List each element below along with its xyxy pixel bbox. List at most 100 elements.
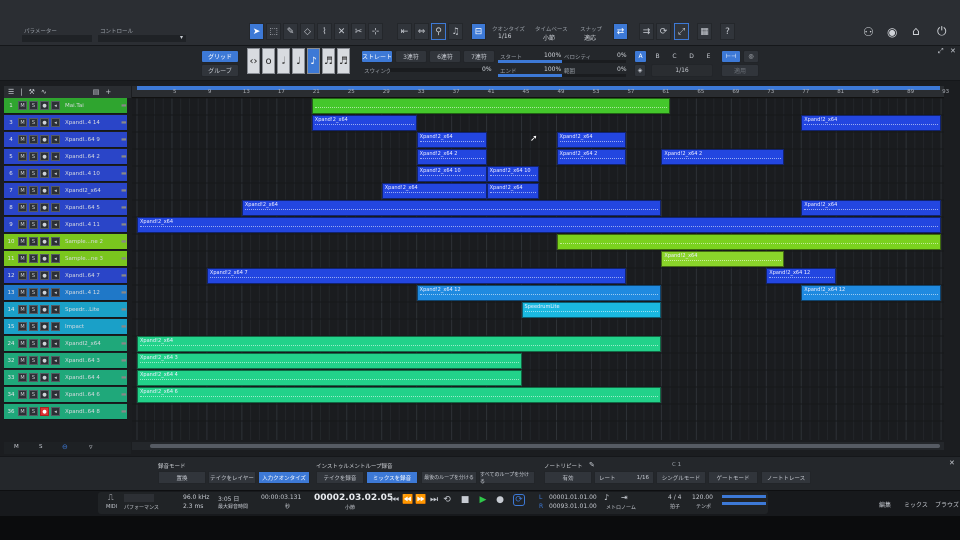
track-expand-icon[interactable]: ▬ [121, 323, 127, 330]
track-name[interactable]: Xpandl..4 10 [62, 171, 121, 177]
pencil-tool-icon[interactable]: ✎ [283, 23, 298, 40]
close-icon[interactable]: ✕ [950, 47, 956, 55]
solo-button[interactable]: S [29, 118, 38, 127]
arrow-tool-icon[interactable]: ➤ [249, 23, 264, 40]
monitor-icon[interactable]: ◂ [51, 339, 60, 348]
record-arm-icon[interactable]: ● [40, 322, 49, 331]
menu-icon[interactable]: ☰ [8, 88, 14, 96]
return-zero-icon[interactable]: ⏮ [389, 494, 401, 506]
track-header[interactable]: 6 M S ● ◂ Xpandl..4 10 ▬ [4, 166, 127, 182]
preset-e-button[interactable]: E [702, 50, 715, 63]
track-name[interactable]: XpandI2_x64 [62, 341, 121, 347]
solo-button[interactable]: S [29, 101, 38, 110]
start-slider[interactable] [498, 60, 562, 63]
groove-button[interactable]: グルーブ [201, 64, 239, 77]
monitor-icon[interactable]: ◂ [51, 407, 60, 416]
track-name[interactable]: Xpandl..4 12 [62, 290, 121, 296]
timebase-value[interactable]: 小節 [543, 33, 555, 42]
track-expand-icon[interactable]: ▬ [121, 408, 127, 415]
scrollbar-thumb[interactable] [150, 444, 940, 448]
time-signature[interactable]: 4 / 4 [668, 494, 681, 501]
track-header[interactable]: 13 M S ● ◂ Xpandl..4 12 ▬ [4, 285, 127, 301]
mute-button[interactable]: M [18, 254, 27, 263]
instrument-icon[interactable]: | [20, 88, 22, 96]
monitor-icon[interactable]: ◂ [51, 152, 60, 161]
forward-icon[interactable]: ⏩ [415, 494, 427, 506]
solo-button[interactable]: S [29, 254, 38, 263]
solo-button[interactable]: S [29, 237, 38, 246]
track-expand-icon[interactable]: ▬ [121, 119, 127, 126]
event-clip[interactable]: Xpand!2_x64 [801, 200, 942, 216]
record-arm-icon[interactable]: ● [40, 356, 49, 365]
track-name[interactable]: Xpandl..64 8 [62, 409, 121, 415]
position-display[interactable]: 00002.03.02.05 [314, 493, 393, 503]
parameter-field[interactable] [22, 35, 92, 42]
monitor-icon[interactable]: ◂ [51, 169, 60, 178]
track-header[interactable]: 11 M S ● ◂ Sample...ne 3 ▬ [4, 251, 127, 267]
record-take-button[interactable]: テイクを録音 [316, 471, 364, 484]
event-clip[interactable]: Xpand!2_x64 2 [556, 149, 627, 165]
track-expand-icon[interactable]: ▬ [121, 340, 127, 347]
mute-button[interactable]: M [18, 203, 27, 212]
subdivision-select[interactable]: 1/16 [651, 64, 713, 77]
snap-value[interactable]: 適応 [584, 33, 596, 42]
quantize-value[interactable]: 1/16 [498, 33, 511, 40]
record-arm-icon[interactable]: ● [40, 220, 49, 229]
thirtysecond-note-icon[interactable]: ♬ [337, 48, 350, 74]
loop-end[interactable]: 00093.01.01.00 [549, 503, 597, 510]
event-clip[interactable]: Xpand!2_x64 [556, 132, 627, 148]
play-icon[interactable]: ▶ [477, 494, 489, 506]
record-arm-icon[interactable]: ● [40, 390, 49, 399]
velocity-slider[interactable] [562, 60, 626, 63]
record-arm-icon[interactable]: ● [40, 407, 49, 416]
track-header[interactable]: 9 M S ● ◂ Xpandl..4 11 ▬ [4, 217, 127, 233]
browse-tab[interactable]: ブラウズ [935, 500, 959, 509]
take-layer-button[interactable]: テイクをレイヤー [208, 471, 256, 484]
track-header[interactable]: 14 M S ● ◂ Speedr...Lite ▬ [4, 302, 127, 318]
track-expand-icon[interactable]: ▬ [121, 289, 127, 296]
mix-tab[interactable]: ミックス [904, 500, 928, 509]
loop-icon[interactable]: ⟳ [656, 23, 671, 40]
range-slider[interactable] [562, 74, 626, 77]
metronome-icon[interactable]: ♪ [604, 493, 609, 502]
record-arm-icon[interactable]: ● [40, 203, 49, 212]
event-clip[interactable]: Xpand!2_x64 7 [206, 268, 627, 284]
monitor-icon[interactable]: ◂ [51, 288, 60, 297]
rate-select[interactable]: レート 1/16 [594, 471, 654, 484]
footer-mute-all[interactable]: M [14, 444, 19, 450]
monitor-icon[interactable]: ◂ [51, 322, 60, 331]
mute-button[interactable]: M [18, 135, 27, 144]
power-icon[interactable]: ⏻ [937, 24, 947, 39]
track-expand-icon[interactable]: ▬ [121, 204, 127, 211]
event-clip[interactable]: Xpand!2_x64 12 [766, 268, 837, 284]
solo-button[interactable]: S [29, 407, 38, 416]
control-field[interactable] [98, 35, 186, 42]
monitor-icon[interactable]: ◂ [51, 271, 60, 280]
track-expand-icon[interactable]: ▬ [121, 255, 127, 262]
mute-button[interactable]: M [18, 152, 27, 161]
track-expand-icon[interactable]: ▬ [121, 374, 127, 381]
monitor-icon[interactable]: ◂ [51, 220, 60, 229]
solo-button[interactable]: S [29, 152, 38, 161]
mute-button[interactable]: M [18, 322, 27, 331]
mute-button[interactable]: M [18, 237, 27, 246]
help-button[interactable]: ? [720, 23, 735, 40]
track-header[interactable]: 1 M S ● ◂ Mai.Tai ▬ [4, 98, 127, 114]
track-expand-icon[interactable]: ▬ [121, 170, 127, 177]
solo-button[interactable]: S [29, 356, 38, 365]
record-arm-icon[interactable]: ● [40, 237, 49, 246]
half-note-icon[interactable]: 𝅗𝅥 [277, 48, 290, 74]
all-loops-split-button[interactable]: すべてのループを分ける [479, 471, 535, 485]
mute-button[interactable]: M [18, 101, 27, 110]
track-expand-icon[interactable]: ▬ [121, 221, 127, 228]
track-header[interactable]: 24 M S ● ◂ XpandI2_x64 ▬ [4, 336, 127, 352]
chevron-down-icon[interactable]: ▾ [180, 34, 183, 41]
record-arm-icon[interactable]: ● [40, 254, 49, 263]
add-track-icon[interactable]: + [105, 88, 111, 96]
preset-b-button[interactable]: B [651, 50, 664, 63]
mute-button[interactable]: M [18, 407, 27, 416]
seconds-display[interactable]: 00:00:03.131 [261, 494, 301, 501]
grid-view-icon[interactable]: ▦ [697, 23, 712, 40]
event-clip[interactable]: Xpand!2_x64 2 [661, 149, 784, 165]
note-repeat-enable-button[interactable]: 有効 [544, 471, 592, 484]
